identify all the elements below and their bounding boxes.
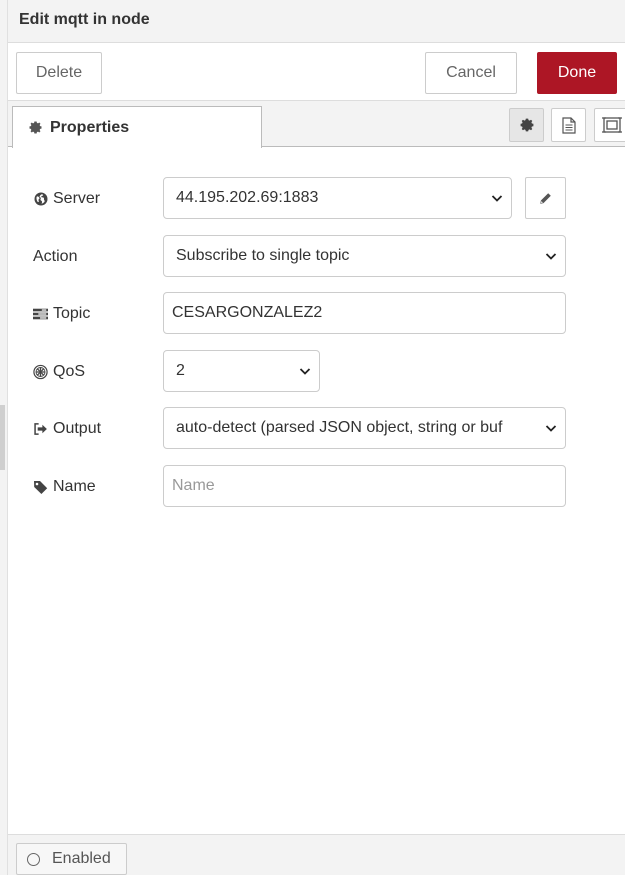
globe-icon [33,192,48,206]
chevron-down-icon [299,364,311,378]
tray-toolbar: Delete Cancel Done [8,43,625,101]
chevron-down-icon [545,249,557,263]
name-label: Name [33,465,96,509]
tab-settings-button[interactable] [509,108,544,142]
output-select-value: auto-detect (parsed JSON object, string … [176,419,503,436]
action-row: Action Subscribe to single topic [8,235,625,279]
tab-bar: Properties [8,101,625,148]
tab-description-button[interactable] [551,108,586,142]
tray-title: Edit mqtt in node [19,11,150,28]
output-label-text: Output [53,420,102,437]
tab-properties-label: Properties [50,118,130,136]
name-label-text: Name [53,478,96,495]
edit-node-tray: Edit mqtt in node Delete Cancel Done Pro… [0,0,625,875]
tag-icon [33,480,48,495]
output-select[interactable]: auto-detect (parsed JSON object, string … [163,407,566,449]
qos-label: QoS [33,350,85,394]
done-button[interactable]: Done [537,52,617,94]
chevron-down-icon [491,191,503,205]
server-select-value: 44.195.202.69:1883 [176,189,319,206]
output-row: Output auto-detect (parsed JSON object, … [8,407,625,451]
circle-icon [27,852,40,866]
empire-icon [33,364,48,380]
server-select[interactable]: 44.195.202.69:1883 [163,177,512,219]
gear-icon [28,120,43,135]
tray-resize-handle[interactable] [0,405,5,470]
chevron-down-icon [545,421,557,435]
topic-row: Topic CESARGONZALEZ2 [8,292,625,336]
edit-server-button[interactable] [525,177,566,219]
file-text-icon [561,116,576,134]
topic-label-text: Topic [53,305,91,322]
action-label-text: Action [33,248,78,265]
server-label: Server [33,177,100,221]
tab-appearance-button[interactable] [594,108,625,142]
tray-footer: Enabled [8,834,625,875]
properties-form: Server 44.195.202.69:1883 Action Subscri… [8,148,625,834]
action-select-value: Subscribe to single topic [176,247,350,264]
cancel-button[interactable]: Cancel [425,52,517,94]
delete-button[interactable]: Delete [16,52,102,94]
name-row: Name Name [8,465,625,509]
enabled-toggle[interactable]: Enabled [16,843,127,875]
topic-input-value: CESARGONZALEZ2 [172,304,323,321]
qos-row: QoS 2 [8,350,625,394]
qos-select-value: 2 [176,362,185,379]
topic-label: Topic [33,292,90,336]
server-label-text: Server [53,190,101,207]
action-label: Action [33,235,77,279]
sign-out-icon [33,422,48,436]
qos-select[interactable]: 2 [163,350,320,392]
tab-properties[interactable]: Properties [12,106,262,148]
name-input[interactable]: Name [163,465,566,507]
pencil-icon [539,192,552,205]
qos-label-text: QoS [53,363,86,380]
topic-input[interactable]: CESARGONZALEZ2 [163,292,566,334]
name-input-placeholder: Name [172,477,215,494]
tasks-icon [33,307,48,321]
frame-icon [601,116,622,134]
enabled-label: Enabled [52,850,111,867]
output-label: Output [33,407,101,451]
server-row: Server 44.195.202.69:1883 [8,177,625,221]
gear-icon [519,117,535,133]
tray-header: Edit mqtt in node [8,0,625,43]
action-select[interactable]: Subscribe to single topic [163,235,566,277]
